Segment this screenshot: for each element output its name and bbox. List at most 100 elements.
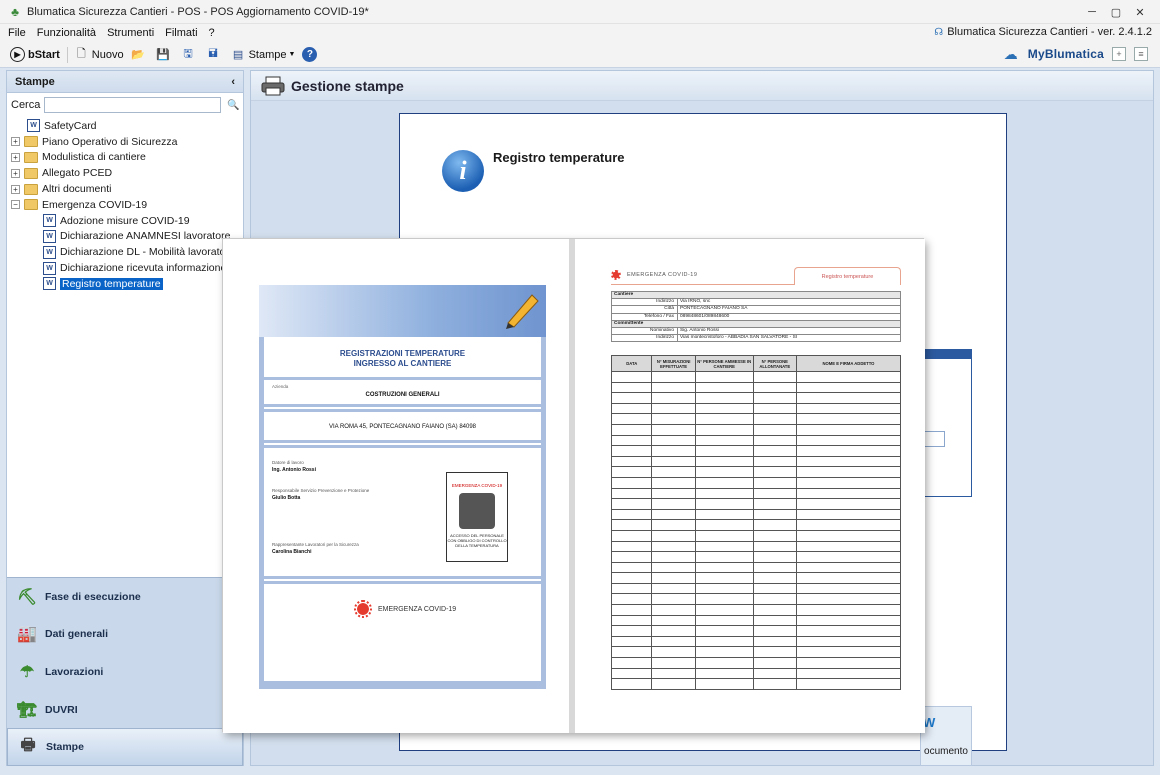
nav-item[interactable]: ☂ Lavorazioni <box>7 653 243 691</box>
expand-icon[interactable]: + <box>11 168 20 178</box>
minimize-button[interactable]: ─ <box>1080 0 1104 24</box>
save-as-button[interactable]: 🖬 <box>206 47 224 62</box>
nuovo-button[interactable]: 🗋 Nuovo <box>74 47 124 62</box>
table-row <box>610 476 902 489</box>
tree-item[interactable]: − Emergenza COVID-19 <box>7 197 243 213</box>
tree-item[interactable]: + Altri documenti <box>7 181 243 197</box>
table-cell <box>694 423 754 436</box>
table-row <box>610 657 902 669</box>
collapse-button[interactable]: ‹ <box>231 76 235 88</box>
word-document-icon: W <box>43 245 56 259</box>
table-cell <box>610 551 653 563</box>
table-cell <box>752 667 797 680</box>
table-cell <box>752 508 797 521</box>
table-row <box>610 678 902 690</box>
cover-body: REGISTRAZIONI TEMPERATURE INGRESSO AL CA… <box>264 337 541 681</box>
table-cell <box>610 572 653 584</box>
tree-item[interactable]: W Adozione misure COVID-19 <box>7 213 243 229</box>
tree-item[interactable]: W Dichiarazione ricevuta informazione <box>7 260 243 276</box>
table-cell <box>795 667 902 680</box>
tree-item[interactable]: + Piano Operativo di Sicurezza <box>7 134 243 150</box>
table-cell <box>694 392 754 404</box>
table-value: Sig. Antonio Rossi <box>677 326 901 336</box>
bstart-button[interactable]: ▶ bStart <box>10 47 60 62</box>
table-cell <box>752 381 797 394</box>
print-tree: W SafetyCard + Piano Operativo di Sicurezza… <box>7 115 243 292</box>
covid-footer-box: EMERGENZA COVID-19 <box>264 581 541 677</box>
version-label: Blumatica Sicurezza Cantieri - ver. 2.4.… <box>947 26 1152 38</box>
table-cell <box>651 392 696 404</box>
table-cell <box>795 604 902 616</box>
tree-item[interactable]: W Dichiarazione ANAMNESI lavoratore <box>7 229 243 245</box>
table-cell <box>651 572 696 584</box>
table-cell <box>610 423 653 436</box>
tree-item[interactable]: + Modulistica di cantiere <box>7 150 243 166</box>
table-cell <box>795 540 902 553</box>
table-cell <box>610 667 653 680</box>
table-cell <box>795 381 902 394</box>
cover-title-line1: REGISTRAZIONI TEMPERATURE <box>339 349 466 358</box>
menu-strumenti[interactable]: Strumenti <box>107 27 154 39</box>
myblumatica-button[interactable]: ☁ MyBlumatica <box>1004 46 1104 62</box>
menu-help[interactable]: ? <box>209 27 215 39</box>
help-button[interactable]: ? <box>302 47 320 62</box>
expand-icon[interactable]: + <box>11 137 20 147</box>
table-cell <box>795 487 902 500</box>
expand-icon[interactable]: + <box>11 152 20 162</box>
building-icon: 🏗 <box>16 701 38 719</box>
table-cell <box>694 508 754 521</box>
open-document-button[interactable]: W ocumento <box>920 706 972 766</box>
nav-item-label: Lavorazioni <box>45 665 104 678</box>
table-cell <box>610 582 653 595</box>
datore-value: Ing. Antonio Rossi <box>272 467 316 473</box>
table-cell <box>795 445 902 457</box>
save-button[interactable]: 💾 <box>156 47 174 62</box>
table-key: Nominativo <box>611 326 678 336</box>
nav-item[interactable]: 🏗 DUVRI <box>7 691 243 729</box>
nav-item[interactable]: 🏭 Dati generali <box>7 616 243 654</box>
datore-label: Datore di lavoro <box>272 460 304 465</box>
nav-item[interactable]: 🖶 Stampe <box>7 728 243 766</box>
tree-item[interactable]: W Dichiarazione DL - Mobilità lavoratore <box>7 244 243 260</box>
table-cell <box>752 529 797 542</box>
datore-block: Datore di lavoro Ing. Antonio Rossi <box>272 460 316 473</box>
stampe-label: Stampe <box>248 48 287 61</box>
menu-funzionalita[interactable]: Funzionalità <box>37 27 96 39</box>
notes-icon[interactable]: ≡ <box>1134 47 1148 61</box>
tree-item[interactable]: W Registro temperature <box>7 276 243 292</box>
tree-item-label: Allegato PCED <box>42 167 113 180</box>
close-button[interactable]: ✕ <box>1128 0 1152 24</box>
table-cell <box>651 635 696 648</box>
open-button[interactable]: 📂 <box>131 47 149 62</box>
table-cell <box>752 455 797 468</box>
add-user-icon[interactable]: + <box>1112 47 1126 61</box>
table-cell <box>694 582 754 595</box>
table-cell <box>694 604 754 616</box>
table-row <box>610 604 902 616</box>
tree-item[interactable]: + Allegato PCED <box>7 165 243 181</box>
tree-item[interactable]: W SafetyCard <box>7 118 243 134</box>
search-input[interactable] <box>44 97 222 113</box>
table-row <box>610 498 902 510</box>
folder-icon <box>24 151 38 163</box>
table-cell <box>610 498 653 510</box>
table-cell <box>694 476 754 489</box>
table-cell <box>752 434 797 447</box>
maximize-button[interactable]: ▢ <box>1104 0 1128 24</box>
table-cell <box>694 593 754 606</box>
collapse-icon[interactable]: − <box>11 200 20 210</box>
expand-icon[interactable]: + <box>11 184 20 194</box>
menu-file[interactable]: File <box>8 27 26 39</box>
menu-filmati[interactable]: Filmati <box>165 27 197 39</box>
nav-item[interactable]: ⛏ Fase di esecuzione <box>7 578 243 616</box>
stampe-button[interactable]: ▤ Stampe ▼ <box>231 47 296 62</box>
table-cell <box>795 572 902 584</box>
save-all-button[interactable]: 🖫 <box>181 47 199 62</box>
table-cell <box>694 635 754 648</box>
nav-item-label: Dati generali <box>45 628 109 641</box>
search-icon[interactable]: 🔍 <box>223 97 243 113</box>
table-cell <box>795 476 902 489</box>
table-cell <box>795 561 902 574</box>
register-header-text: EMERGENZA COVID-19 <box>627 271 698 278</box>
document-preview: REGISTRAZIONI TEMPERATURE INGRESSO AL CA… <box>222 238 925 733</box>
